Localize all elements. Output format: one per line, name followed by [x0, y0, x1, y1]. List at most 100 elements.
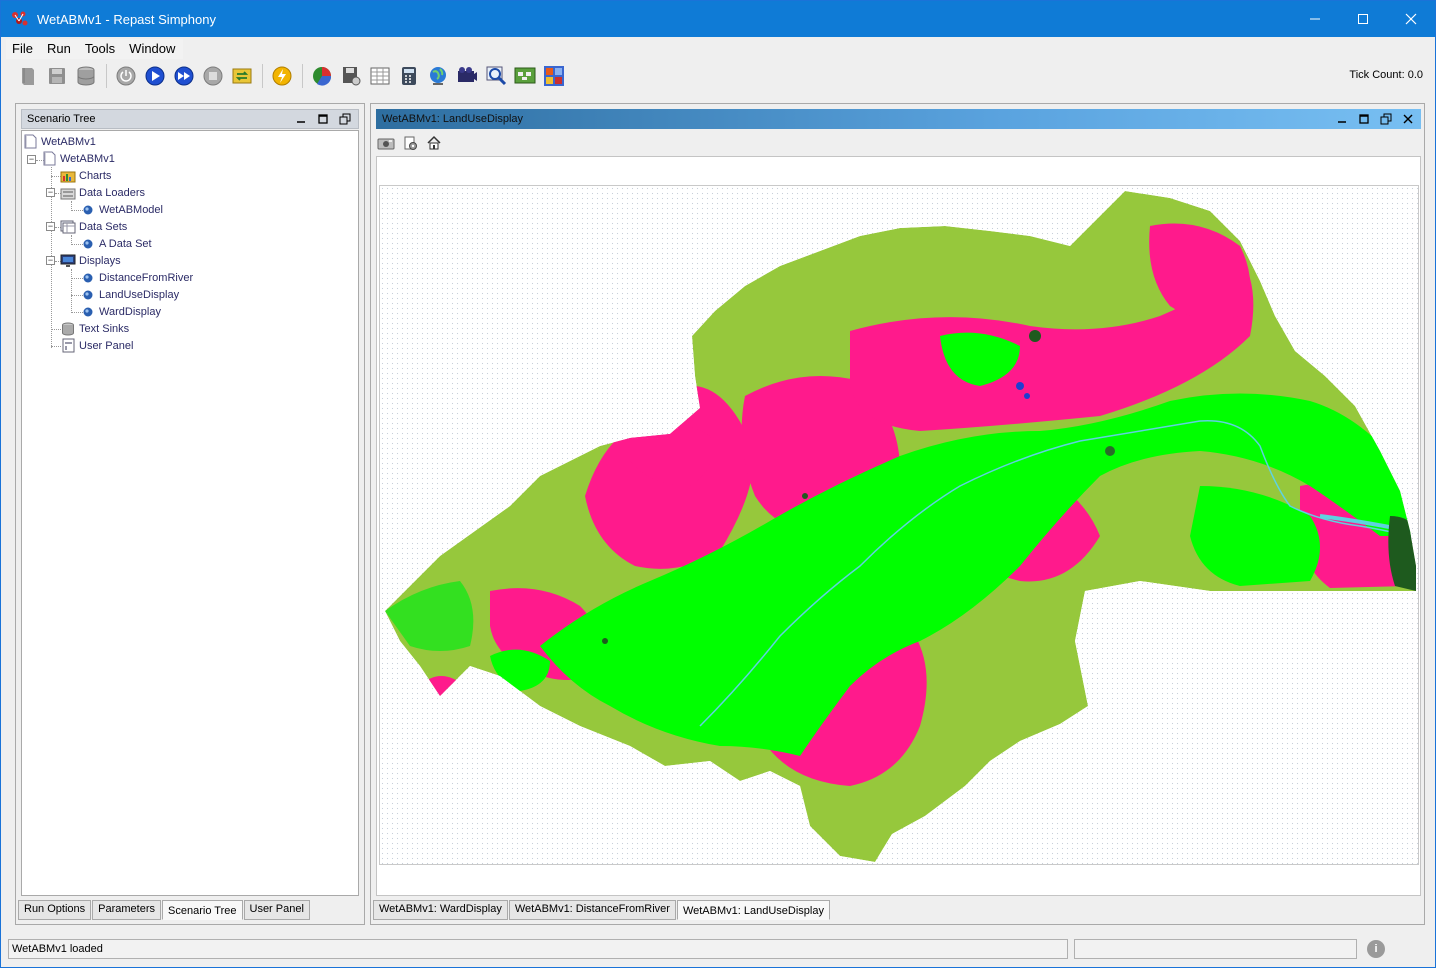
- new-button[interactable]: [15, 63, 41, 89]
- save-icon: [49, 68, 65, 84]
- scenario-tree-panel: Scenario Tree − − − − WetABMv1 WetABMv1 …: [15, 103, 365, 925]
- scenario-tree-header: Scenario Tree: [21, 109, 359, 129]
- minimize-icon: [1310, 18, 1320, 20]
- chart-folder-icon: [60, 171, 76, 182]
- minimize-button[interactable]: [1291, 1, 1339, 37]
- data-loader-icon: [60, 188, 76, 199]
- init-button[interactable]: [113, 63, 139, 89]
- tree-node-label: WetABModel: [99, 203, 163, 216]
- display-float-button[interactable]: [1379, 112, 1393, 126]
- window-title: WetABMv1 - Repast Simphony: [37, 11, 216, 27]
- pie-chart-icon: [313, 67, 332, 86]
- tree-collapse-toggle[interactable]: −: [46, 222, 55, 231]
- tab-ward-display[interactable]: WetABMv1: WardDisplay: [373, 900, 508, 920]
- bullet-icon: [83, 273, 93, 282]
- bullet-icon: [83, 307, 93, 316]
- zoom-button[interactable]: [483, 63, 509, 89]
- menu-run[interactable]: Run: [41, 39, 79, 59]
- display-header: WetABMv1: LandUseDisplay: [376, 109, 1421, 129]
- tree-node-text-sinks[interactable]: Text Sinks: [60, 320, 129, 337]
- tab-scenario-tree[interactable]: Scenario Tree: [162, 900, 243, 920]
- land-use-map[interactable]: [379, 185, 1419, 865]
- toolbar-separator: [302, 64, 303, 88]
- tree-node-root[interactable]: WetABMv1: [22, 133, 96, 150]
- panel-maximize-button[interactable]: [316, 112, 330, 126]
- bullet-icon: [83, 290, 93, 299]
- run-button[interactable]: [142, 63, 168, 89]
- close-button[interactable]: [1387, 1, 1435, 37]
- repast-logo-icon: [12, 11, 28, 26]
- tree-collapse-toggle[interactable]: −: [46, 256, 55, 265]
- tab-distance-from-river[interactable]: WetABMv1: DistanceFromRiver: [508, 900, 676, 920]
- batch-button[interactable]: [269, 63, 295, 89]
- minimize-icon: [1338, 121, 1346, 123]
- menu-file[interactable]: File: [6, 39, 41, 59]
- display-close-button[interactable]: [1401, 112, 1415, 126]
- display-title: WetABMv1: LandUseDisplay: [382, 113, 524, 125]
- movie-icon: [458, 67, 477, 82]
- tree-node-model[interactable]: WetABMv1: [41, 150, 115, 167]
- tree-collapse-toggle[interactable]: −: [27, 155, 36, 164]
- tree-node-distancefromriver[interactable]: DistanceFromRiver: [80, 269, 193, 286]
- tree-node-warddisplay[interactable]: WardDisplay: [80, 303, 161, 320]
- tree-node-label: Text Sinks: [79, 322, 130, 335]
- display-tabs: WetABMv1: WardDisplay WetABMv1: Distance…: [373, 900, 831, 920]
- tab-land-use-display[interactable]: WetABMv1: LandUseDisplay: [676, 900, 830, 920]
- flash-icon: [272, 66, 292, 86]
- step-button[interactable]: [171, 63, 197, 89]
- tree-connector: [71, 269, 72, 313]
- database-button[interactable]: [73, 63, 99, 89]
- power-icon: [116, 66, 136, 86]
- app-window: WetABMv1 - Repast Simphony File Run Tool…: [0, 0, 1436, 968]
- title-bar: WetABMv1 - Repast Simphony: [1, 1, 1435, 37]
- charts-button[interactable]: [309, 63, 335, 89]
- tree-node-label: WetABMv1: [60, 152, 115, 165]
- toolbar: [15, 61, 570, 91]
- movie-button[interactable]: [454, 63, 480, 89]
- menu-bar: File Run Tools Window: [6, 39, 184, 59]
- snapshot-button[interactable]: [377, 134, 395, 152]
- grid-button[interactable]: [541, 63, 567, 89]
- tree-node-displays[interactable]: Displays: [60, 252, 121, 269]
- tree-node-user-panel[interactable]: User Panel: [60, 337, 133, 354]
- panel-minimize-button[interactable]: [294, 112, 308, 126]
- display-maximize-button[interactable]: [1357, 112, 1371, 126]
- menu-tools[interactable]: Tools: [79, 39, 123, 59]
- database-icon: [77, 66, 95, 86]
- save-button[interactable]: [44, 63, 70, 89]
- tree-node-data-sets[interactable]: Data Sets: [60, 218, 127, 235]
- new-icon: [22, 68, 34, 85]
- tab-user-panel[interactable]: User Panel: [243, 900, 310, 920]
- tab-parameters[interactable]: Parameters: [92, 900, 162, 920]
- land-use-map-svg[interactable]: [380, 186, 1420, 866]
- float-window-icon: [1380, 113, 1392, 125]
- maximize-button[interactable]: [1339, 1, 1387, 37]
- display-minimize-button[interactable]: [1335, 112, 1349, 126]
- tree-collapse-toggle[interactable]: −: [46, 188, 55, 197]
- tree-node-label: Data Loaders: [79, 186, 146, 199]
- table-button[interactable]: [367, 63, 393, 89]
- stop-button[interactable]: [200, 63, 226, 89]
- toolbar-separator: [262, 64, 263, 88]
- tree-node-charts[interactable]: Charts: [60, 167, 111, 184]
- home-view-button[interactable]: [425, 134, 443, 152]
- tab-run-options[interactable]: Run Options: [18, 900, 92, 920]
- reset-icon: [232, 68, 252, 84]
- info-icon[interactable]: i: [1367, 940, 1385, 958]
- tree-node-a-data-set[interactable]: A Data Set: [80, 235, 152, 252]
- panel-float-button[interactable]: [338, 112, 352, 126]
- image-export-button[interactable]: [512, 63, 538, 89]
- tree-node-wetabmodel[interactable]: WetABModel: [80, 201, 163, 218]
- save-settings-button[interactable]: [338, 63, 364, 89]
- tree-node-data-loaders[interactable]: Data Loaders: [60, 184, 145, 201]
- display-canvas-area: [376, 156, 1421, 896]
- display-properties-button[interactable]: [401, 134, 419, 152]
- reset-button[interactable]: [229, 63, 255, 89]
- calculator-button[interactable]: [396, 63, 422, 89]
- menu-window[interactable]: Window: [123, 39, 183, 59]
- tree-node-landusedisplay[interactable]: LandUseDisplay: [80, 286, 179, 303]
- maximize-icon: [1358, 14, 1368, 24]
- gis-button[interactable]: [425, 63, 451, 89]
- user-panel-icon: [62, 338, 75, 353]
- maximize-icon: [318, 114, 328, 124]
